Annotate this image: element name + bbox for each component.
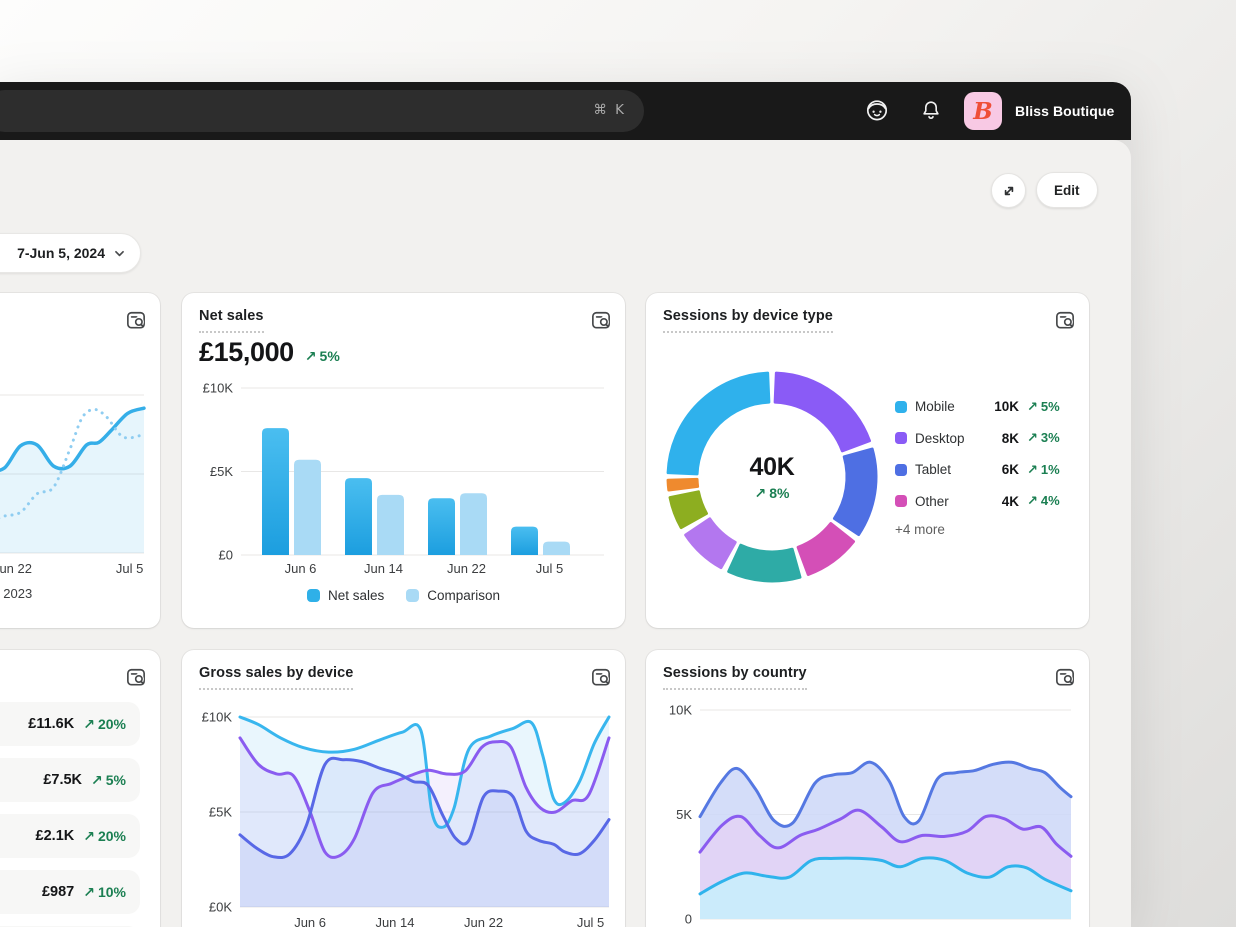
svg-text:Jun 14: Jun 14 [375,915,414,927]
view-report-icon [1054,666,1076,688]
legend-item: Net sales [307,588,384,603]
metric-row: £7.5K ↗5% [0,758,140,802]
avatar-letter: B [973,98,992,125]
metric-row: £2.1K ↗20% [0,814,140,858]
legend-more-label[interactable]: +4 more [895,522,1073,537]
view-report-button[interactable] [125,309,147,331]
view-report-icon [590,666,612,688]
svg-text:Jun 22: Jun 22 [464,915,503,927]
view-report-icon [125,309,147,331]
svg-text:Jul 5: Jul 5 [116,561,143,576]
svg-text:5K: 5K [676,807,692,822]
card-gross-sales-by-device: Gross sales by device £10K £5K £0K Jun 6 Jun… [182,650,625,927]
svg-text:£5K: £5K [209,805,232,820]
trend-up-icon: ↗ [305,349,317,365]
svg-text:0: 0 [685,912,692,927]
card-sessions-by-device: Sessions by device type 40K ↗8% [646,293,1089,628]
net-sales-value: £15,000 [199,337,294,368]
svg-text:£0: £0 [219,548,233,563]
view-report-button[interactable] [590,666,612,688]
comparison-period-label: –Jun 5, 2023 [0,586,32,601]
card-title: Sessions by device type [663,308,833,333]
sidekick-assistant-button[interactable] [864,97,890,123]
svg-text:Jun 22: Jun 22 [0,561,32,576]
edit-dashboard-button[interactable]: Edit [1036,172,1098,208]
sales-over-time-chart: Jun 22 Jul 5 [0,373,146,585]
svg-text:Jun 6: Jun 6 [294,915,326,927]
expand-dashboard-button[interactable] [991,173,1026,208]
expand-icon [1001,183,1017,199]
svg-text:£0K: £0K [209,900,232,915]
country-area-chart: 10K 5K 0 [656,698,1079,927]
net-sales-bar-chart: £10K £5K £0 Jun 6 Jun 14 Jun 22 Jul 5 [192,381,615,581]
legend-swatch [895,495,907,507]
date-range-label: 7-Jun 5, 2024 [17,245,105,261]
store-menu[interactable]: B Bliss Boutique [964,92,1114,130]
metric-row: £987 ↗10% [0,870,140,914]
legend-item: Desktop 8K ↗3% [895,428,1073,449]
trend-up-icon: ↗ [83,885,95,901]
card-top-metrics: £11.6K ↗20% £7.5K ↗5% £2.1K ↗20% £987 ↗1… [0,650,160,927]
gross-sales-line-chart: £10K £5K £0K Jun 6 Jun 14 Jun 22 Jul 5 [192,705,615,927]
svg-text:£10K: £10K [203,381,234,396]
view-report-button[interactable] [590,309,612,331]
chart-legend: Net sales Comparison [182,588,625,603]
trend-up-icon: ↗ [1027,463,1038,478]
card-title: Sessions by country [663,665,807,690]
svg-text:Jun 14: Jun 14 [364,561,403,576]
donut-legend: Mobile 10K ↗5% Desktop 8K ↗3% Tablet 6K … [895,396,1073,537]
trend-up-icon: ↗ [91,773,103,789]
card-sessions-by-country: Sessions by country 10K 5K 0 [646,650,1089,927]
svg-text:£10K: £10K [202,710,233,725]
legend-swatch [895,464,907,476]
sidekick-icon [864,97,890,123]
svg-text:Jul 5: Jul 5 [536,561,563,576]
svg-text:Jun 22: Jun 22 [447,561,486,576]
card-title: Gross sales by device [199,665,353,690]
view-report-button[interactable] [125,666,147,688]
card-sales-over-time: Jun 22 Jul 5 –Jun 5, 2023 [0,293,160,628]
store-avatar: B [964,92,1002,130]
svg-text:£5K: £5K [210,464,233,479]
view-report-icon [125,666,147,688]
date-range-picker[interactable]: 7-Jun 5, 2024 [0,233,141,273]
svg-text:Jul 5: Jul 5 [577,915,604,927]
device-donut-chart [658,363,886,591]
card-net-sales: Net sales £15,000 ↗5% £10K £5K £0 Jun 6 Jun … [182,293,625,628]
bell-icon [920,99,942,121]
view-report-button[interactable] [1054,309,1076,331]
net-sales-delta: ↗5% [305,348,340,365]
view-report-icon [1054,309,1076,331]
legend-item: Comparison [406,588,500,603]
trend-up-icon: ↗ [83,829,95,845]
trend-up-icon: ↗ [1027,400,1038,415]
keyboard-shortcut-hint: ⌘ K [593,102,626,118]
view-report-button[interactable] [1054,666,1076,688]
search-input[interactable]: ⌘ K [0,90,644,132]
notifications-button[interactable] [920,99,942,121]
trend-up-icon: ↗ [1027,431,1038,446]
svg-text:10K: 10K [669,703,692,718]
legend-swatch [307,589,320,602]
legend-item: Tablet 6K ↗1% [895,459,1073,480]
legend-swatch [406,589,419,602]
legend-item: Mobile 10K ↗5% [895,396,1073,417]
card-title: Net sales [199,308,264,333]
top-bar: ⌘ K B Bliss Boutique [0,82,1131,140]
dashboard-content: Edit 7-Jun 5, 2024 Jun 2 [0,140,1131,927]
store-name: Bliss Boutique [1015,103,1114,119]
chevron-down-icon [112,246,127,261]
metric-row: £11.6K ↗20% [0,702,140,746]
admin-window: ⌘ K B Bliss Boutique [0,82,1131,927]
trend-up-icon: ↗ [1027,494,1038,509]
legend-item: Other 4K ↗4% [895,491,1073,512]
legend-swatch [895,401,907,413]
legend-swatch [895,432,907,444]
trend-up-icon: ↗ [83,717,95,733]
svg-text:Jun 6: Jun 6 [285,561,317,576]
view-report-icon [590,309,612,331]
